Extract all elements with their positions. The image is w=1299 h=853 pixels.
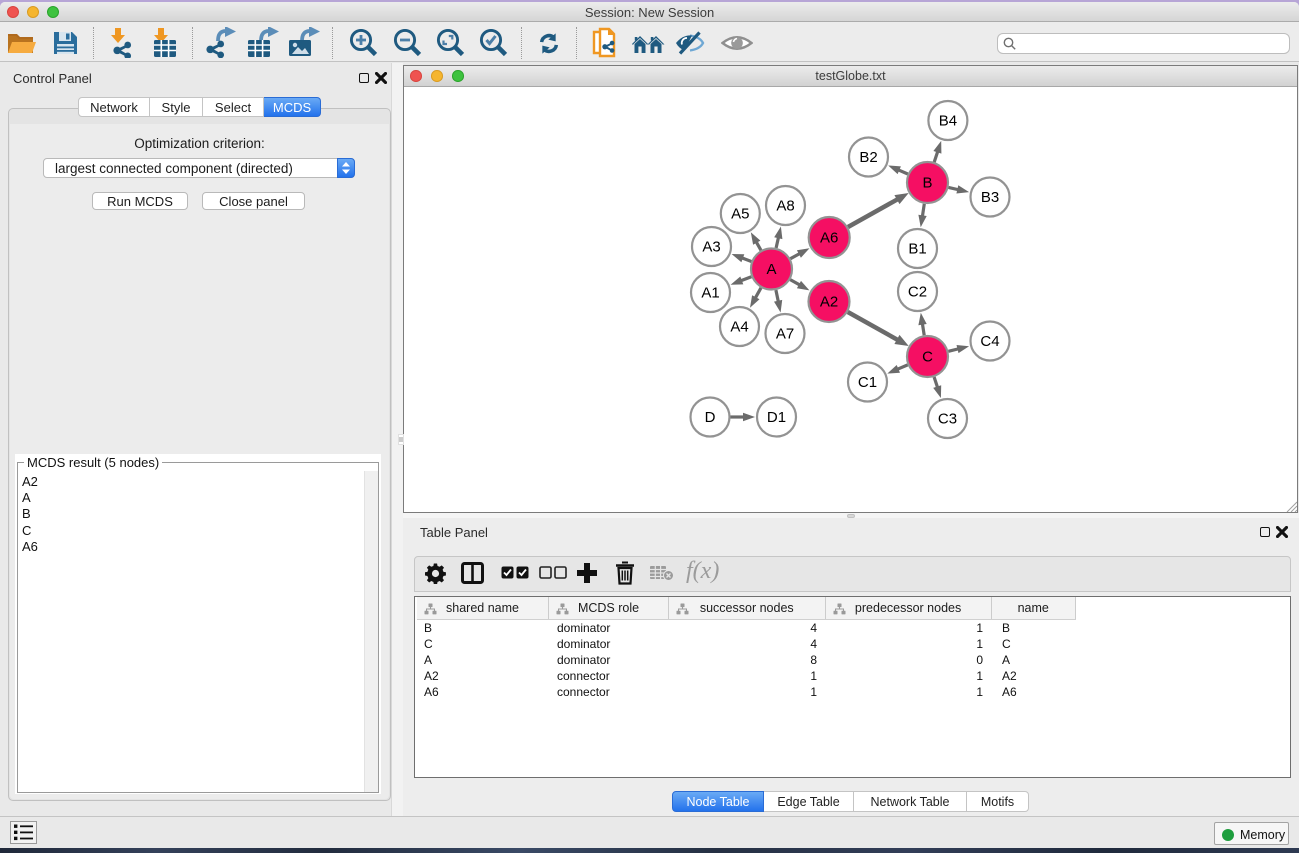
svg-text:C1: C1: [858, 374, 877, 391]
svg-text:B1: B1: [908, 241, 926, 258]
svg-text:A8: A8: [776, 198, 794, 215]
svg-text:D1: D1: [767, 409, 786, 426]
svg-text:A6: A6: [820, 230, 838, 247]
svg-text:D: D: [705, 409, 716, 426]
svg-text:B4: B4: [939, 113, 957, 130]
svg-text:A4: A4: [730, 319, 748, 336]
svg-text:A1: A1: [701, 285, 719, 302]
svg-text:B3: B3: [981, 189, 999, 206]
svg-text:A2: A2: [820, 294, 838, 311]
svg-text:A: A: [766, 261, 776, 278]
svg-text:B2: B2: [859, 149, 877, 166]
svg-text:C2: C2: [908, 284, 927, 301]
svg-text:C4: C4: [980, 333, 999, 350]
svg-text:B: B: [922, 175, 932, 192]
svg-text:A3: A3: [702, 239, 720, 256]
svg-text:C3: C3: [938, 411, 957, 428]
svg-text:A7: A7: [776, 326, 794, 343]
svg-text:C: C: [922, 349, 933, 366]
svg-text:A5: A5: [731, 206, 749, 223]
